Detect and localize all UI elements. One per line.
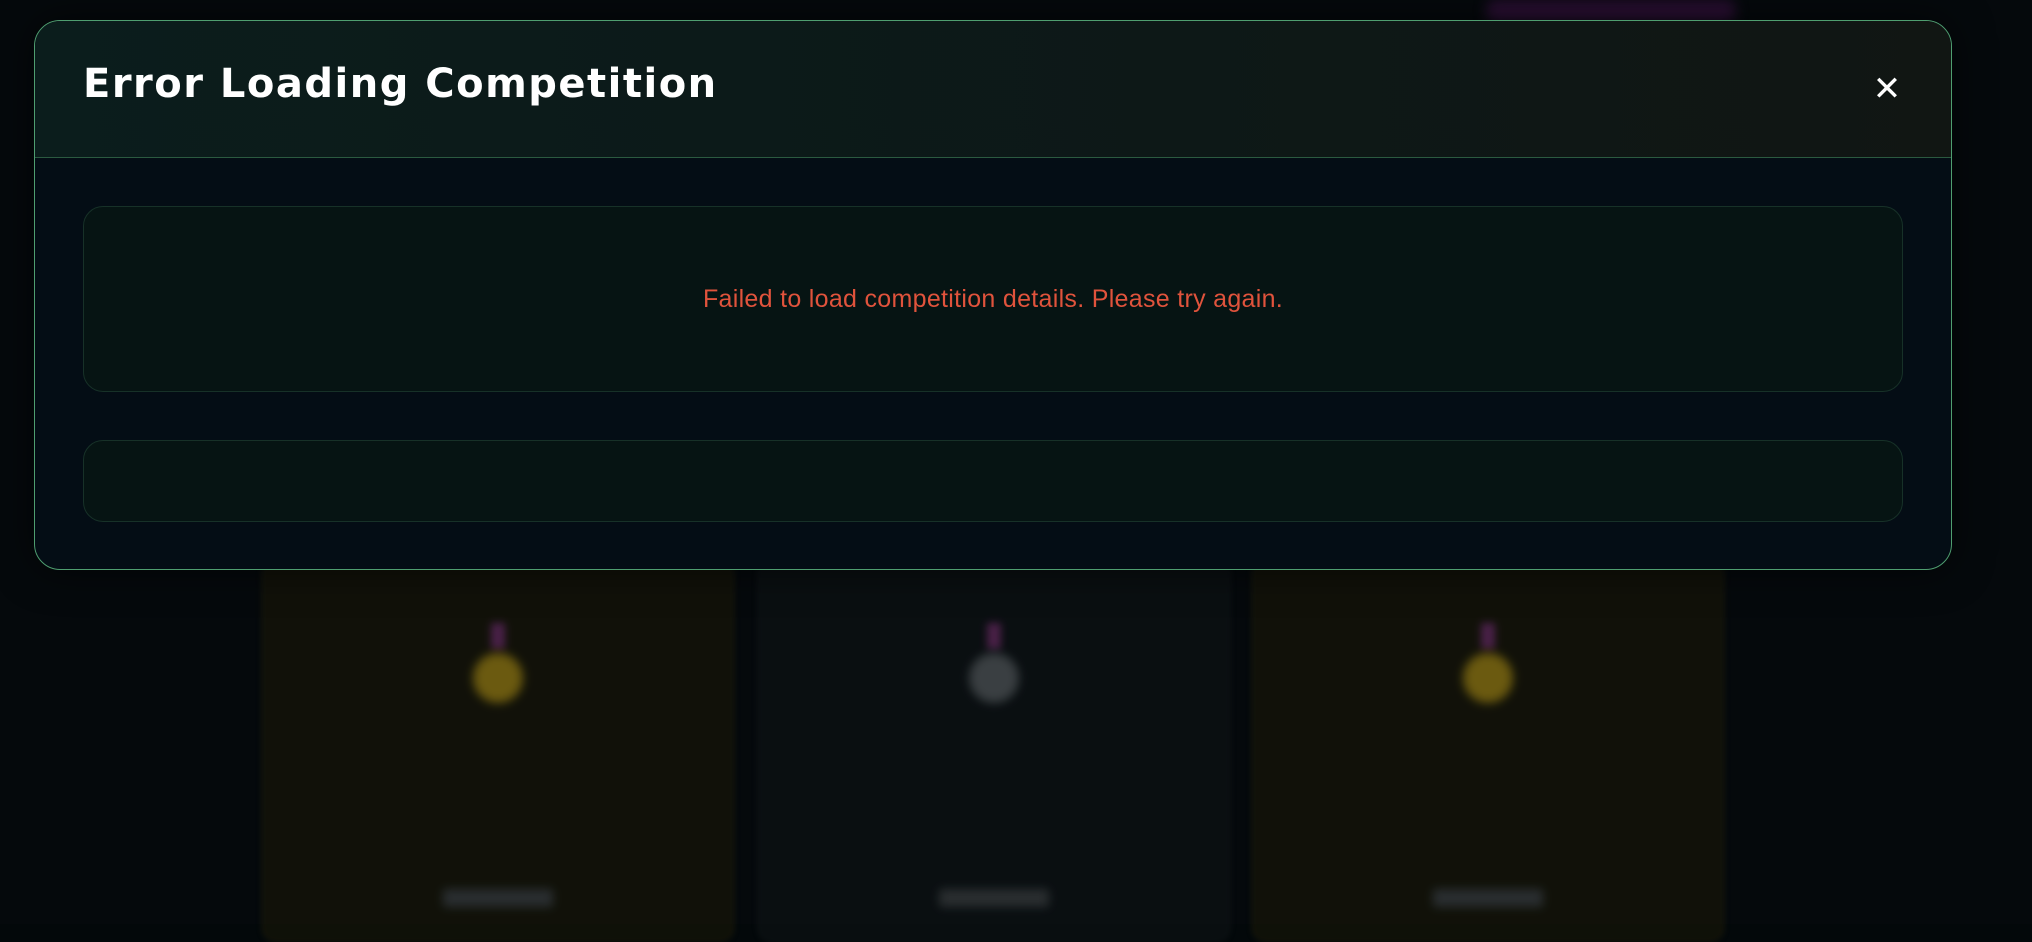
background-pill xyxy=(1486,0,1736,22)
background-tag xyxy=(939,889,1049,907)
close-button[interactable]: ✕ xyxy=(1867,69,1907,109)
medal-icon xyxy=(969,653,1019,703)
modal-header: Error Loading Competition ✕ xyxy=(35,21,1951,158)
error-message-box: Failed to load competition details. Plea… xyxy=(83,206,1903,392)
modal-body: Failed to load competition details. Plea… xyxy=(35,158,1951,522)
background-card xyxy=(1252,560,1724,942)
medal-ribbon xyxy=(1481,623,1495,649)
background-tag xyxy=(443,889,553,907)
modal-title: Error Loading Competition xyxy=(83,61,718,107)
close-icon[interactable]: ✕ xyxy=(1873,72,1902,106)
medal-ribbon xyxy=(491,623,505,649)
medal-ribbon xyxy=(987,623,1001,649)
background-card xyxy=(262,560,734,942)
medal-icon xyxy=(1463,653,1513,703)
error-message: Failed to load competition details. Plea… xyxy=(702,284,1284,313)
empty-content-box xyxy=(83,440,1903,522)
background-tag xyxy=(1433,889,1543,907)
background-card xyxy=(758,560,1230,942)
medal-icon xyxy=(473,653,523,703)
error-modal: Error Loading Competition ✕ Failed to lo… xyxy=(34,20,1952,570)
